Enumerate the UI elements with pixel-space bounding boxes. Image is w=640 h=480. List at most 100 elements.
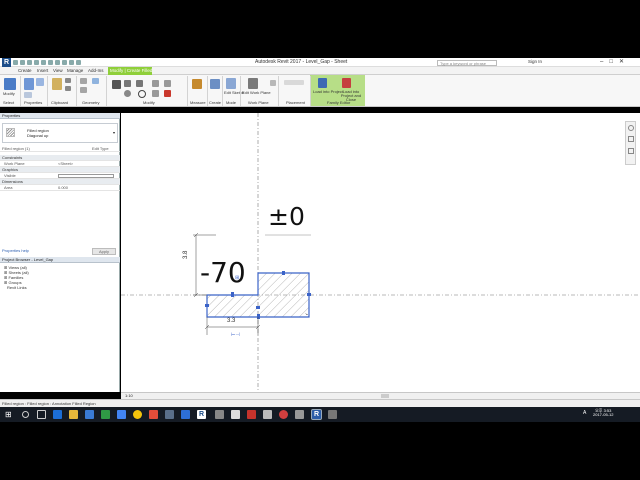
dimension-text-vertical[interactable]: 3.8 — [183, 251, 189, 259]
paste-icon[interactable] — [52, 78, 62, 90]
properties-help-link[interactable]: Properties help — [2, 249, 29, 253]
panel-separator — [278, 76, 279, 106]
edit-sketch-icon[interactable] — [226, 78, 236, 89]
store-icon[interactable] — [85, 410, 94, 419]
window-controls[interactable]: –□✕ — [600, 59, 630, 65]
file-explorer-icon[interactable] — [69, 410, 78, 419]
measure-icon[interactable] — [192, 79, 202, 89]
autocad-icon[interactable] — [247, 410, 256, 419]
rotate-icon-2[interactable] — [138, 90, 146, 98]
panel-separator — [222, 76, 223, 106]
align-icon[interactable] — [124, 80, 131, 87]
prop-label: Work Plane — [4, 161, 25, 166]
task-view-icon[interactable] — [37, 410, 46, 419]
search-input[interactable]: Type a keyword or phrase — [437, 60, 497, 66]
move-icon[interactable] — [112, 80, 121, 89]
tab-add-ins[interactable]: Add-Ins — [88, 68, 104, 74]
app-icon-blue[interactable] — [117, 410, 126, 419]
rotate-icon[interactable] — [124, 90, 131, 97]
dimension-text-horizontal[interactable]: 3.3 — [227, 318, 235, 324]
mirror-icon[interactable] — [152, 80, 159, 87]
edge-icon[interactable] — [53, 410, 62, 419]
app-icon[interactable] — [328, 410, 337, 419]
array-icon[interactable] — [152, 90, 159, 97]
zoom-extents-icon[interactable] — [628, 148, 634, 154]
level-label-minus70[interactable]: -70 — [200, 259, 246, 287]
thin-lines-icon[interactable] — [76, 60, 81, 65]
redo-icon[interactable] — [34, 60, 39, 65]
sign-in-link[interactable]: Sign In — [528, 59, 542, 65]
tab-manage[interactable]: Manage — [67, 68, 83, 74]
edit-type-button[interactable]: Edit Type — [92, 146, 109, 152]
open-icon[interactable] — [13, 60, 18, 65]
steering-wheel-icon[interactable] — [628, 125, 634, 131]
prop-value: 0.000 — [58, 185, 69, 190]
tree-label: Revit Links — [7, 285, 27, 290]
edit-work-plane-label[interactable]: Edit Work Plane — [242, 91, 271, 95]
properties-header: Properties — [0, 113, 120, 119]
modify-arrow-icon[interactable] — [4, 78, 16, 90]
tab-view[interactable]: View — [53, 68, 63, 74]
revit-active-taskbar-icon[interactable]: R — [311, 409, 322, 420]
type-selector[interactable]: Filled region Diagonal up ▾ — [2, 123, 118, 143]
level-label-zero[interactable]: ±0 — [268, 204, 305, 229]
record-icon[interactable] — [279, 410, 288, 419]
type-properties-icon[interactable] — [36, 78, 44, 86]
print-icon[interactable] — [41, 60, 46, 65]
revit-logo-icon[interactable]: R — [2, 58, 11, 67]
tab-create[interactable]: Create — [18, 68, 32, 74]
view-scale[interactable]: 1:10 — [125, 394, 133, 398]
tree-item-revit-links[interactable]: Revit Links — [4, 285, 27, 290]
chevron-down-icon[interactable]: ▾ — [113, 131, 115, 135]
visible-checkbox[interactable] — [58, 174, 114, 178]
calculator-icon[interactable] — [231, 410, 240, 419]
tab-insert[interactable]: Insert — [37, 68, 48, 74]
zoom-icon[interactable] — [628, 136, 634, 142]
save-icon[interactable] — [20, 60, 25, 65]
3d-view-icon[interactable] — [62, 60, 67, 65]
split-icon[interactable] — [164, 80, 171, 87]
section-icon[interactable] — [69, 60, 74, 65]
create-group-icon[interactable] — [210, 79, 220, 89]
copy-icon[interactable] — [65, 86, 71, 91]
modify-button-label[interactable]: Modify — [3, 92, 15, 96]
chrome-icon[interactable] — [133, 410, 142, 419]
drawing-canvas[interactable]: ⊢⊣ ⊞ ±0 -70 3.8 3.3 — [121, 113, 640, 392]
panel-label-select[interactable]: Select — [3, 101, 14, 105]
input-language[interactable]: A — [583, 411, 586, 416]
join-icon[interactable] — [92, 78, 99, 84]
panel-label-placement: Placement — [286, 100, 305, 105]
settings-icon[interactable] — [295, 410, 304, 419]
revit-taskbar-icon[interactable]: R — [197, 410, 206, 419]
load-and-close-icon[interactable] — [342, 78, 351, 88]
apply-button[interactable]: Apply — [92, 248, 116, 255]
app-icon[interactable] — [263, 410, 272, 419]
horizontal-scrollbar-thumb[interactable] — [381, 394, 389, 398]
delete-icon[interactable] — [164, 90, 171, 97]
instance-selector[interactable]: Filled region (1) Edit Type — [0, 146, 120, 152]
panel-separator — [187, 76, 188, 106]
app-icon-red[interactable] — [149, 410, 158, 419]
measure-icon[interactable] — [48, 60, 53, 65]
edit-work-plane-icon[interactable] — [248, 78, 258, 89]
load-into-project-icon[interactable] — [318, 78, 327, 88]
app-icon-gray[interactable] — [165, 410, 174, 419]
family-types-icon[interactable] — [24, 92, 32, 98]
app-icon[interactable] — [215, 410, 224, 419]
tab-modify-filled-region[interactable]: Modify | Create Filled Region Boundary — [108, 67, 152, 75]
properties-icon[interactable] — [24, 78, 34, 90]
search-icon[interactable] — [22, 411, 29, 418]
windows-start-icon[interactable]: ⊞ — [5, 410, 14, 419]
cut-geometry-icon[interactable] — [80, 87, 87, 93]
cope-icon[interactable] — [80, 78, 87, 84]
navigation-bar[interactable] — [625, 121, 636, 165]
cut-icon[interactable] — [65, 78, 71, 83]
text-icon[interactable] — [55, 60, 60, 65]
app-icon-word[interactable] — [181, 410, 190, 419]
panel-separator — [47, 76, 48, 106]
taskbar-clock[interactable]: 오후 3:53 2017-05-12 — [593, 409, 613, 417]
undo-icon[interactable] — [27, 60, 32, 65]
drawing-svg[interactable]: ⊢⊣ ⊞ — [121, 113, 640, 392]
offset-icon[interactable] — [136, 80, 143, 87]
app-icon-green[interactable] — [101, 410, 110, 419]
